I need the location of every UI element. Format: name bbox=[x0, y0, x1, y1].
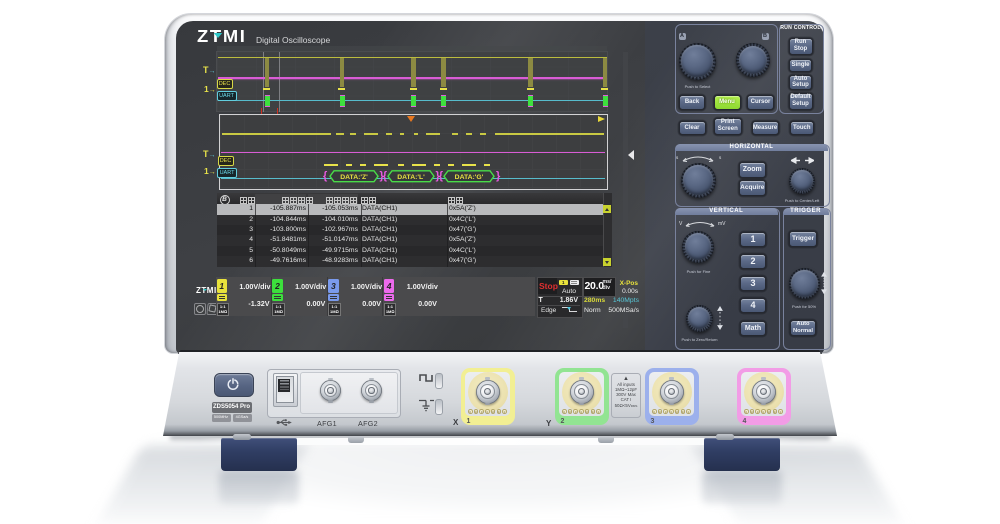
svg-text:DATA:'G': DATA:'G' bbox=[455, 174, 484, 181]
svg-text:DATA:'L': DATA:'L' bbox=[397, 174, 425, 181]
svg-text:DATA:'Z': DATA:'Z' bbox=[340, 174, 368, 181]
